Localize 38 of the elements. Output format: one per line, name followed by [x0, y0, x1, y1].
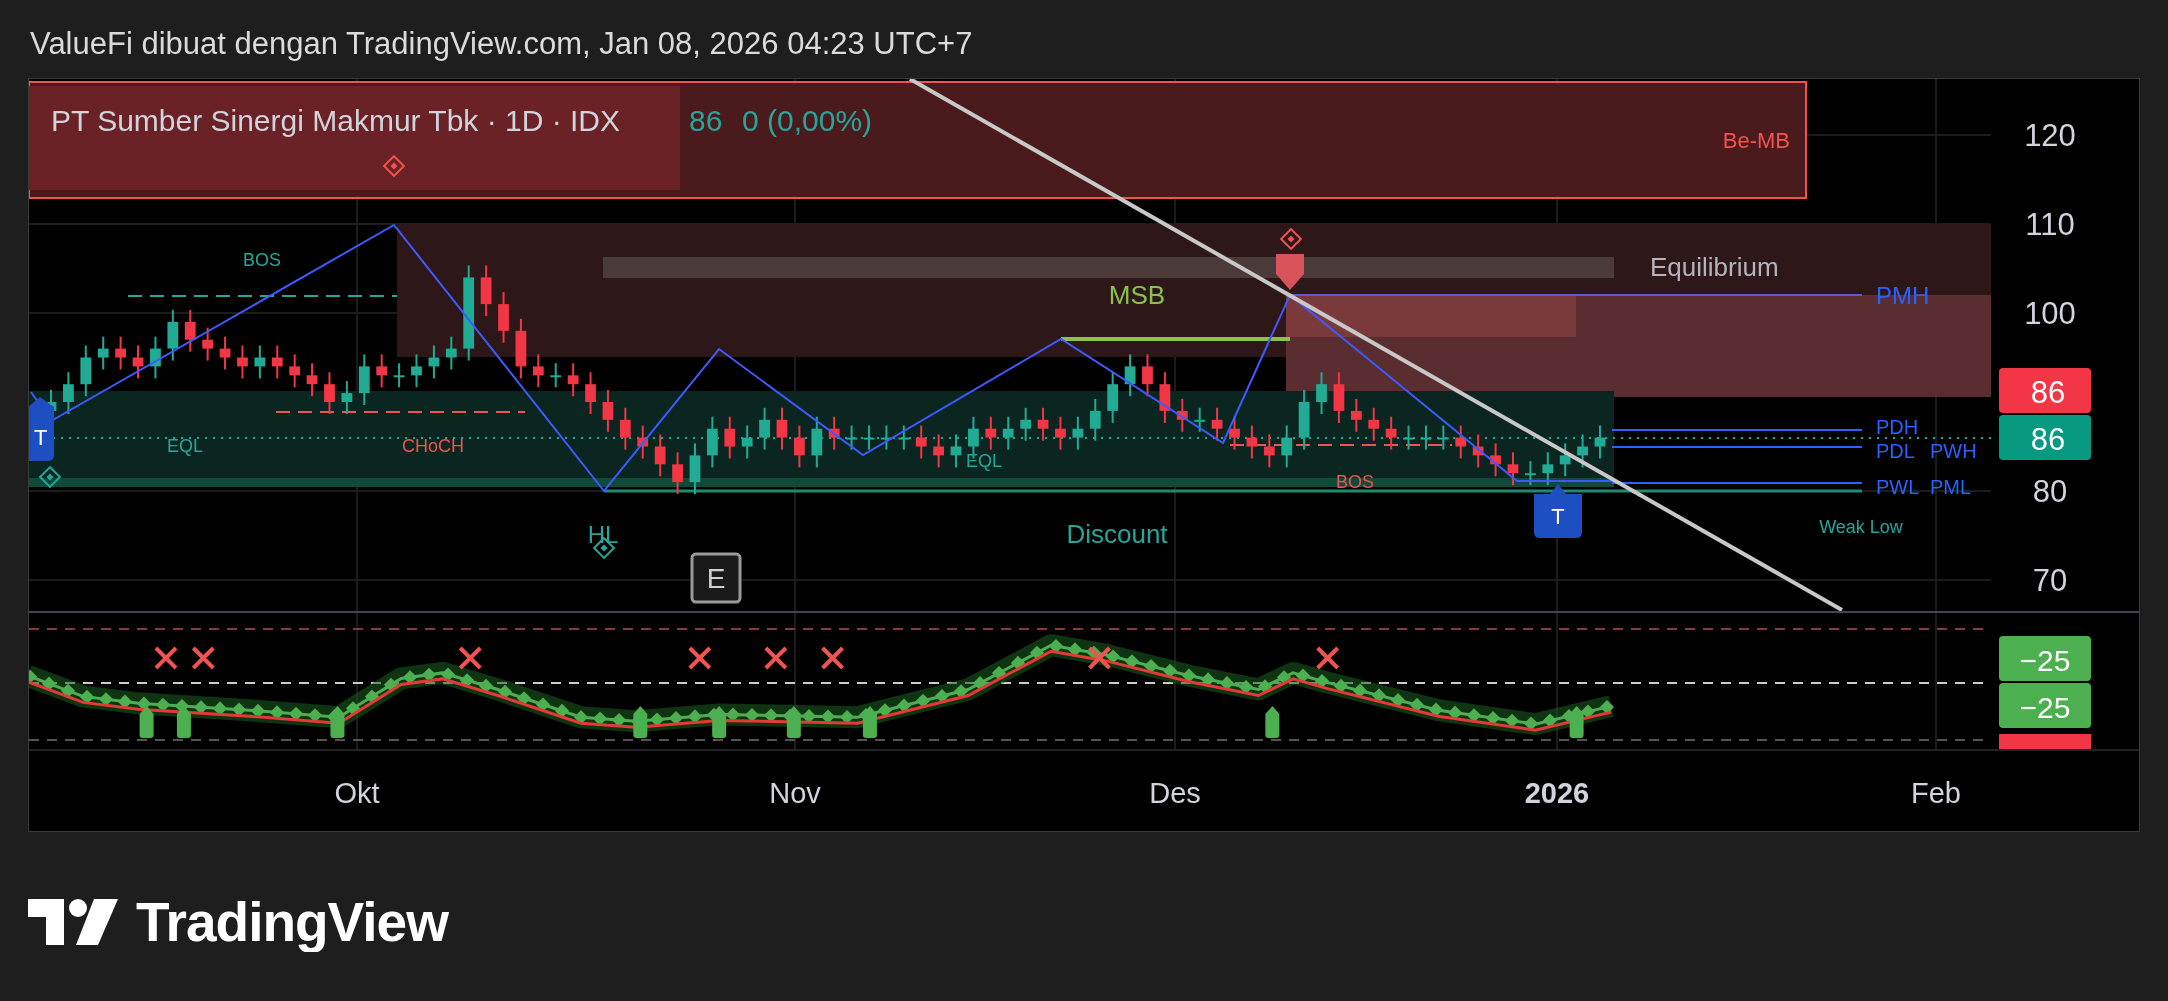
price-tick: 120	[2024, 118, 2076, 153]
chart-label: EQL	[167, 436, 203, 456]
chart-label: EQL	[966, 451, 1002, 471]
symbol-title: PT Sumber Sinergi Makmur Tbk · 1D · IDX	[51, 104, 621, 137]
price-tick: 100	[2024, 296, 2076, 331]
price-tick: 80	[2032, 474, 2068, 509]
oscillator-badge: −25	[1999, 683, 2091, 728]
time-tick: 2026	[1524, 777, 1590, 809]
chart-label: MSB	[1108, 280, 1166, 310]
tag-marker: T	[1534, 484, 1582, 538]
tag-marker: T	[29, 397, 54, 461]
chart-label: Be-MB	[1722, 128, 1790, 153]
price-tick: 70	[2032, 563, 2068, 598]
time-tick: Feb	[1911, 777, 1961, 809]
chart-label: HL	[587, 521, 619, 548]
price-badge: 86	[1999, 368, 2091, 413]
price-badge: 86	[1999, 415, 2091, 460]
time-tick: Des	[1149, 777, 1201, 809]
chart-label: Discount	[1066, 519, 1168, 549]
time-tick: Nov	[769, 777, 821, 809]
chart-label: CHoCH	[402, 436, 464, 456]
event-marker: E	[690, 552, 742, 604]
chart-label: Weak Low	[1819, 517, 1903, 537]
price-tick: 110	[2025, 207, 2075, 242]
chart-label: PDL	[1876, 440, 1915, 462]
price-change: 0 (0,00%)	[742, 104, 873, 137]
chart-label: PWH	[1930, 440, 1977, 462]
time-tick: Okt	[334, 777, 380, 809]
chart-label: BOS	[1336, 472, 1374, 492]
chart-label: PMH	[1876, 282, 1930, 309]
chart-label: Equilibrium	[1650, 252, 1779, 282]
chart-label: PWL	[1876, 476, 1920, 498]
chart-label: PDH	[1876, 416, 1919, 438]
chart-caption: ValueFi dibuat dengan TradingView.com, Jan 08, 2026 04:23 UTC+7	[30, 25, 974, 63]
chart-label: PML	[1930, 476, 1972, 498]
chart-label: BOS	[243, 250, 281, 270]
oscillator-badge: −25	[1999, 636, 2091, 681]
price-value: 86	[689, 104, 723, 137]
